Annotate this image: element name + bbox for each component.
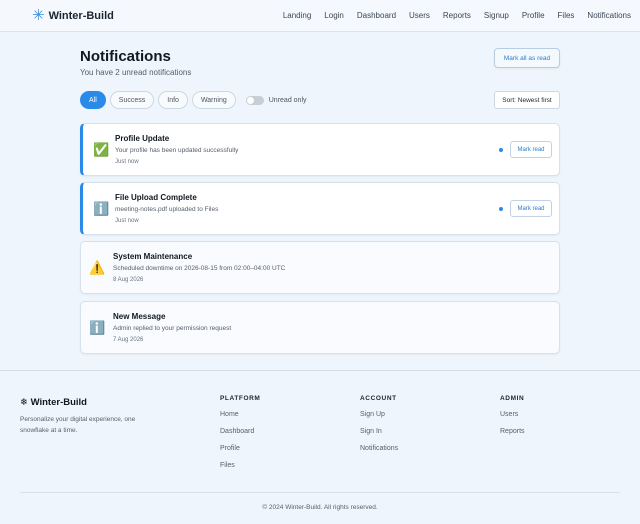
footer-link-notifications[interactable]: Notifications (360, 445, 398, 454)
filter-bar: All Success Info Warning Unread only (80, 91, 307, 109)
footer-link-dashboard[interactable]: Dashboard (220, 428, 260, 437)
mark-read-button[interactable]: Mark read (510, 141, 552, 158)
nav-login[interactable]: Login (324, 11, 344, 20)
footer-link-sign-up[interactable]: Sign Up (360, 411, 398, 420)
notification-card[interactable]: ℹ️ File Upload Complete meeting-notes.pd… (80, 182, 560, 235)
notification-message: Scheduled downtime on 2026-08-15 from 02… (113, 265, 286, 272)
brand-link[interactable]: ✳ Winter-Build (32, 8, 114, 23)
footer-column-platform: PLATFORM Home Dashboard Profile Files (220, 395, 260, 479)
notification-time: Just now (115, 218, 139, 224)
unread-only-label: Unread only (268, 96, 307, 104)
footer-column-admin: ADMIN Users Reports (500, 395, 525, 445)
nav-users[interactable]: Users (409, 11, 430, 20)
check-icon: ✅ (93, 142, 110, 157)
filter-warning[interactable]: Warning (191, 91, 236, 109)
main-nav: Landing Login Dashboard Users Reports Si… (270, 11, 631, 20)
page-title: Notifications (80, 48, 171, 65)
nav-reports[interactable]: Reports (443, 11, 471, 20)
nav-profile[interactable]: Profile (522, 11, 545, 20)
copyright: © 2024 Winter-Build. All rights reserved… (262, 504, 378, 511)
footer-heading: PLATFORM (220, 395, 261, 402)
notification-title: New Message (113, 312, 166, 321)
unread-summary: You have 2 unread notifications (80, 68, 192, 77)
footer-heading: ADMIN (500, 395, 525, 402)
footer-link-profile[interactable]: Profile (220, 445, 260, 454)
mark-read-button[interactable]: Mark read (510, 200, 552, 217)
snowflake-icon: ✳ (32, 7, 45, 24)
unread-only-toggle[interactable] (245, 95, 264, 105)
notification-time: 8 Aug 2026 (113, 277, 144, 283)
filter-success[interactable]: Success (109, 91, 155, 109)
nav-notifications[interactable]: Notifications (587, 11, 631, 20)
footer-heading: ACCOUNT (360, 395, 397, 402)
brand-name: Winter-Build (48, 9, 114, 22)
footer-divider (20, 492, 620, 493)
notification-title: Profile Update (115, 134, 170, 143)
notification-title: File Upload Complete (115, 193, 197, 202)
toggle-knob (246, 96, 254, 104)
footer-description: Personalize your digital experience, one… (20, 416, 136, 434)
notification-message: meeting-notes.pdf uploaded to Files (115, 206, 219, 213)
notification-card[interactable]: ✅ Profile Update Your profile has been u… (80, 123, 560, 176)
unread-dot (499, 148, 503, 152)
notification-message: Admin replied to your permission request (113, 325, 232, 332)
footer-link-users[interactable]: Users (500, 411, 525, 420)
footer-link-home[interactable]: Home (220, 411, 260, 420)
site-footer: ❄ Winter-Build Personalize your digital … (0, 370, 640, 524)
footer-link-reports[interactable]: Reports (500, 428, 525, 437)
notification-card[interactable]: ⚠️ System Maintenance Scheduled downtime… (80, 241, 560, 294)
top-navbar: ✳ Winter-Build Landing Login Dashboard U… (0, 0, 640, 32)
notification-time: 7 Aug 2026 (113, 337, 144, 343)
footer-column-account: ACCOUNT Sign Up Sign In Notifications (360, 395, 398, 462)
footer-brand: ❄ Winter-Build (20, 397, 87, 408)
notification-time: Just now (115, 159, 139, 165)
warning-icon: ⚠️ (89, 260, 106, 275)
nav-files[interactable]: Files (558, 11, 575, 20)
footer-link-sign-in[interactable]: Sign In (360, 428, 398, 437)
notification-card[interactable]: ℹ️ New Message Admin replied to your per… (80, 301, 560, 354)
notification-message: Your profile has been updated successful… (115, 147, 239, 154)
notification-title: System Maintenance (113, 252, 193, 261)
nav-dashboard[interactable]: Dashboard (357, 11, 396, 20)
nav-signup[interactable]: Signup (484, 11, 509, 20)
filter-all[interactable]: All (80, 91, 106, 109)
info-icon: ℹ️ (93, 201, 110, 216)
sort-select[interactable]: Sort: Newest first (494, 91, 560, 109)
footer-link-files[interactable]: Files (220, 462, 260, 471)
nav-landing[interactable]: Landing (283, 11, 311, 20)
mark-all-read-button[interactable]: Mark all as read (494, 48, 560, 68)
filter-info[interactable]: Info (158, 91, 188, 109)
unread-dot (499, 207, 503, 211)
info-icon: ℹ️ (89, 320, 106, 335)
